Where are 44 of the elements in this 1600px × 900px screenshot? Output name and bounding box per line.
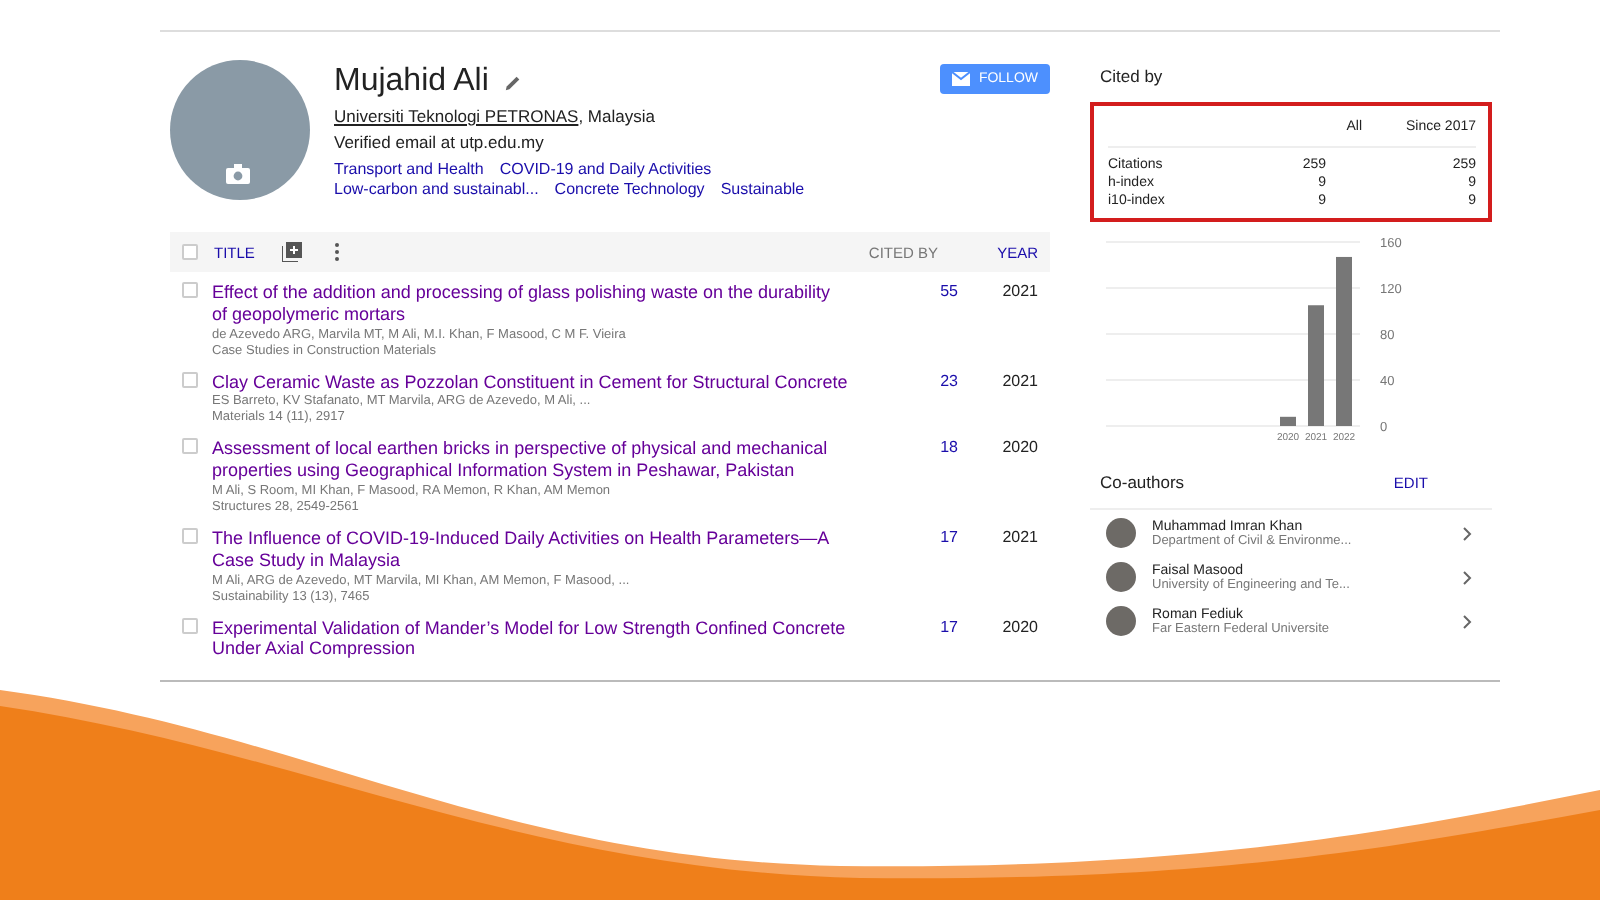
year-text: 2020 xyxy=(1000,438,1038,461)
interest-link[interactable]: Low-carbon and sustainabl... xyxy=(334,180,539,198)
article-title-link[interactable]: Effect of the addition and processing of glass polishing waste on the durability of geopolymeric mortars xyxy=(212,282,848,326)
article-title-link[interactable]: Assessment of local earthen bricks in perspective of physical and mechanical properties using Geographical Information System in Peshawar, Pakistan xyxy=(212,438,848,482)
avatar-placeholder xyxy=(1106,606,1136,636)
cited-by-heading: Cited by xyxy=(1098,66,1165,86)
checkbox[interactable] xyxy=(182,438,198,455)
affiliation-text: Universiti Teknologi PETRONAS, Malaysia xyxy=(334,106,657,126)
article-title-link[interactable]: Clay Ceramic Waste as Pozzolan Constituent in Cement for Structural Concrete xyxy=(212,371,848,393)
email-text: Verified email at utp.edu.my xyxy=(334,132,546,152)
interest-link[interactable]: Sustainable xyxy=(720,180,805,198)
year-text: 2020 xyxy=(1000,617,1038,640)
chart-bar xyxy=(1280,416,1296,426)
year-text: 2021 xyxy=(1000,282,1038,304)
coauthors-heading: Co-authors xyxy=(1100,472,1185,492)
citation-count-link[interactable]: 23 xyxy=(858,371,958,425)
checkbox[interactable] xyxy=(182,244,198,260)
checkbox[interactable] xyxy=(182,617,198,634)
envelope-icon xyxy=(952,72,971,86)
article-title-link[interactable]: The Influence of COVID-19-Induced Daily Activities on Health Parameters—A Case Study in Malaysia xyxy=(212,527,848,572)
article-title-link[interactable]: Experimental Validation of Mander’s Model for Low Strength Confined Concrete Under Axial Compression xyxy=(212,617,848,661)
checkbox[interactable] xyxy=(182,371,198,388)
citation-count-link[interactable]: 18 xyxy=(858,438,958,514)
chevron-right-icon[interactable] xyxy=(1462,569,1472,585)
chart-bar xyxy=(1308,305,1324,426)
citation-count-link[interactable]: 55 xyxy=(858,282,958,358)
interest-link[interactable]: Concrete Technology xyxy=(554,180,705,198)
checkbox[interactable] xyxy=(182,282,198,298)
profile-name: Mujahid Ali xyxy=(334,64,489,100)
chevron-right-icon[interactable] xyxy=(1462,613,1472,629)
interest-link[interactable]: COVID-19 and Daily Activities xyxy=(499,160,712,178)
citation-count-link[interactable]: 17 xyxy=(858,527,958,604)
add-icon[interactable] xyxy=(282,242,303,262)
chevron-right-icon[interactable] xyxy=(1462,525,1472,541)
interest-link[interactable]: Transport and Health xyxy=(334,160,484,178)
more-icon[interactable] xyxy=(334,242,341,262)
camera-icon[interactable] xyxy=(226,164,250,184)
citation-count-link[interactable]: 17 xyxy=(858,617,958,661)
checkbox[interactable] xyxy=(182,527,198,544)
avatar-placeholder xyxy=(1106,562,1136,592)
year-text: 2021 xyxy=(1000,371,1038,394)
avatar-placeholder xyxy=(1106,518,1136,548)
year-text: 2021 xyxy=(1000,527,1038,550)
pencil-icon[interactable] xyxy=(504,73,523,91)
